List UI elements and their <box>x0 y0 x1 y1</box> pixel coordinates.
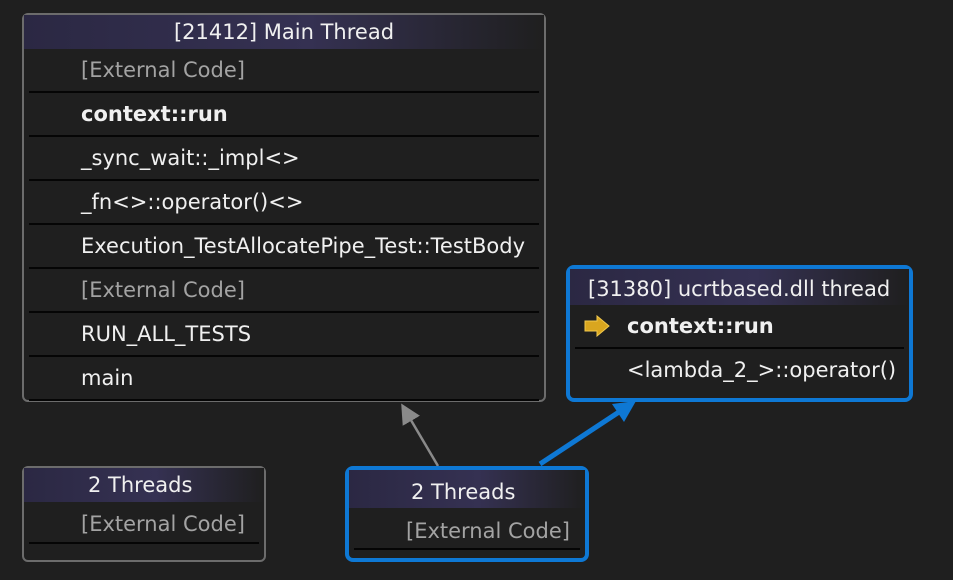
main-thread-node[interactable]: [21412] Main Thread [External Code] cont… <box>22 13 546 402</box>
frame-external-code[interactable]: [External Code] <box>29 502 259 544</box>
frame-main[interactable]: main <box>29 357 539 401</box>
frame-external-code[interactable]: [External Code] <box>354 508 580 550</box>
frame-run-all-tests[interactable]: RUN_ALL_TESTS <box>29 313 539 357</box>
connector-threads-to-main <box>401 403 440 467</box>
frame-external-code[interactable]: [External Code] <box>29 269 539 313</box>
threads-group-title: 2 Threads <box>349 470 585 508</box>
frame-context-run-current[interactable]: context::run <box>575 305 904 349</box>
frame-lambda-operator[interactable]: <lambda_2_>::operator() <box>575 349 904 391</box>
threads-group-node-left[interactable]: 2 Threads [External Code] <box>22 466 266 562</box>
frame-testbody[interactable]: Execution_TestAllocatePipe_Test::TestBod… <box>29 225 539 269</box>
threads-group-node-right[interactable]: 2 Threads [External Code] <box>345 466 589 562</box>
frame-external-code[interactable]: [External Code] <box>29 49 539 93</box>
ucrt-thread-node[interactable]: [31380] ucrtbased.dll thread context::ru… <box>566 265 913 402</box>
frame-context-run[interactable]: context::run <box>29 93 539 137</box>
current-frame-arrow-icon <box>584 315 610 337</box>
frame-fn-operator[interactable]: _fn<>::operator()<> <box>29 181 539 225</box>
frame-label: context::run <box>627 314 774 338</box>
main-thread-title: [21412] Main Thread <box>24 15 544 49</box>
threads-group-title: 2 Threads <box>24 468 264 502</box>
frame-sync-wait-impl[interactable]: _sync_wait::_impl<> <box>29 137 539 181</box>
connector-threads-to-ucrt <box>538 407 624 467</box>
ucrt-thread-title: [31380] ucrtbased.dll thread <box>570 269 909 305</box>
